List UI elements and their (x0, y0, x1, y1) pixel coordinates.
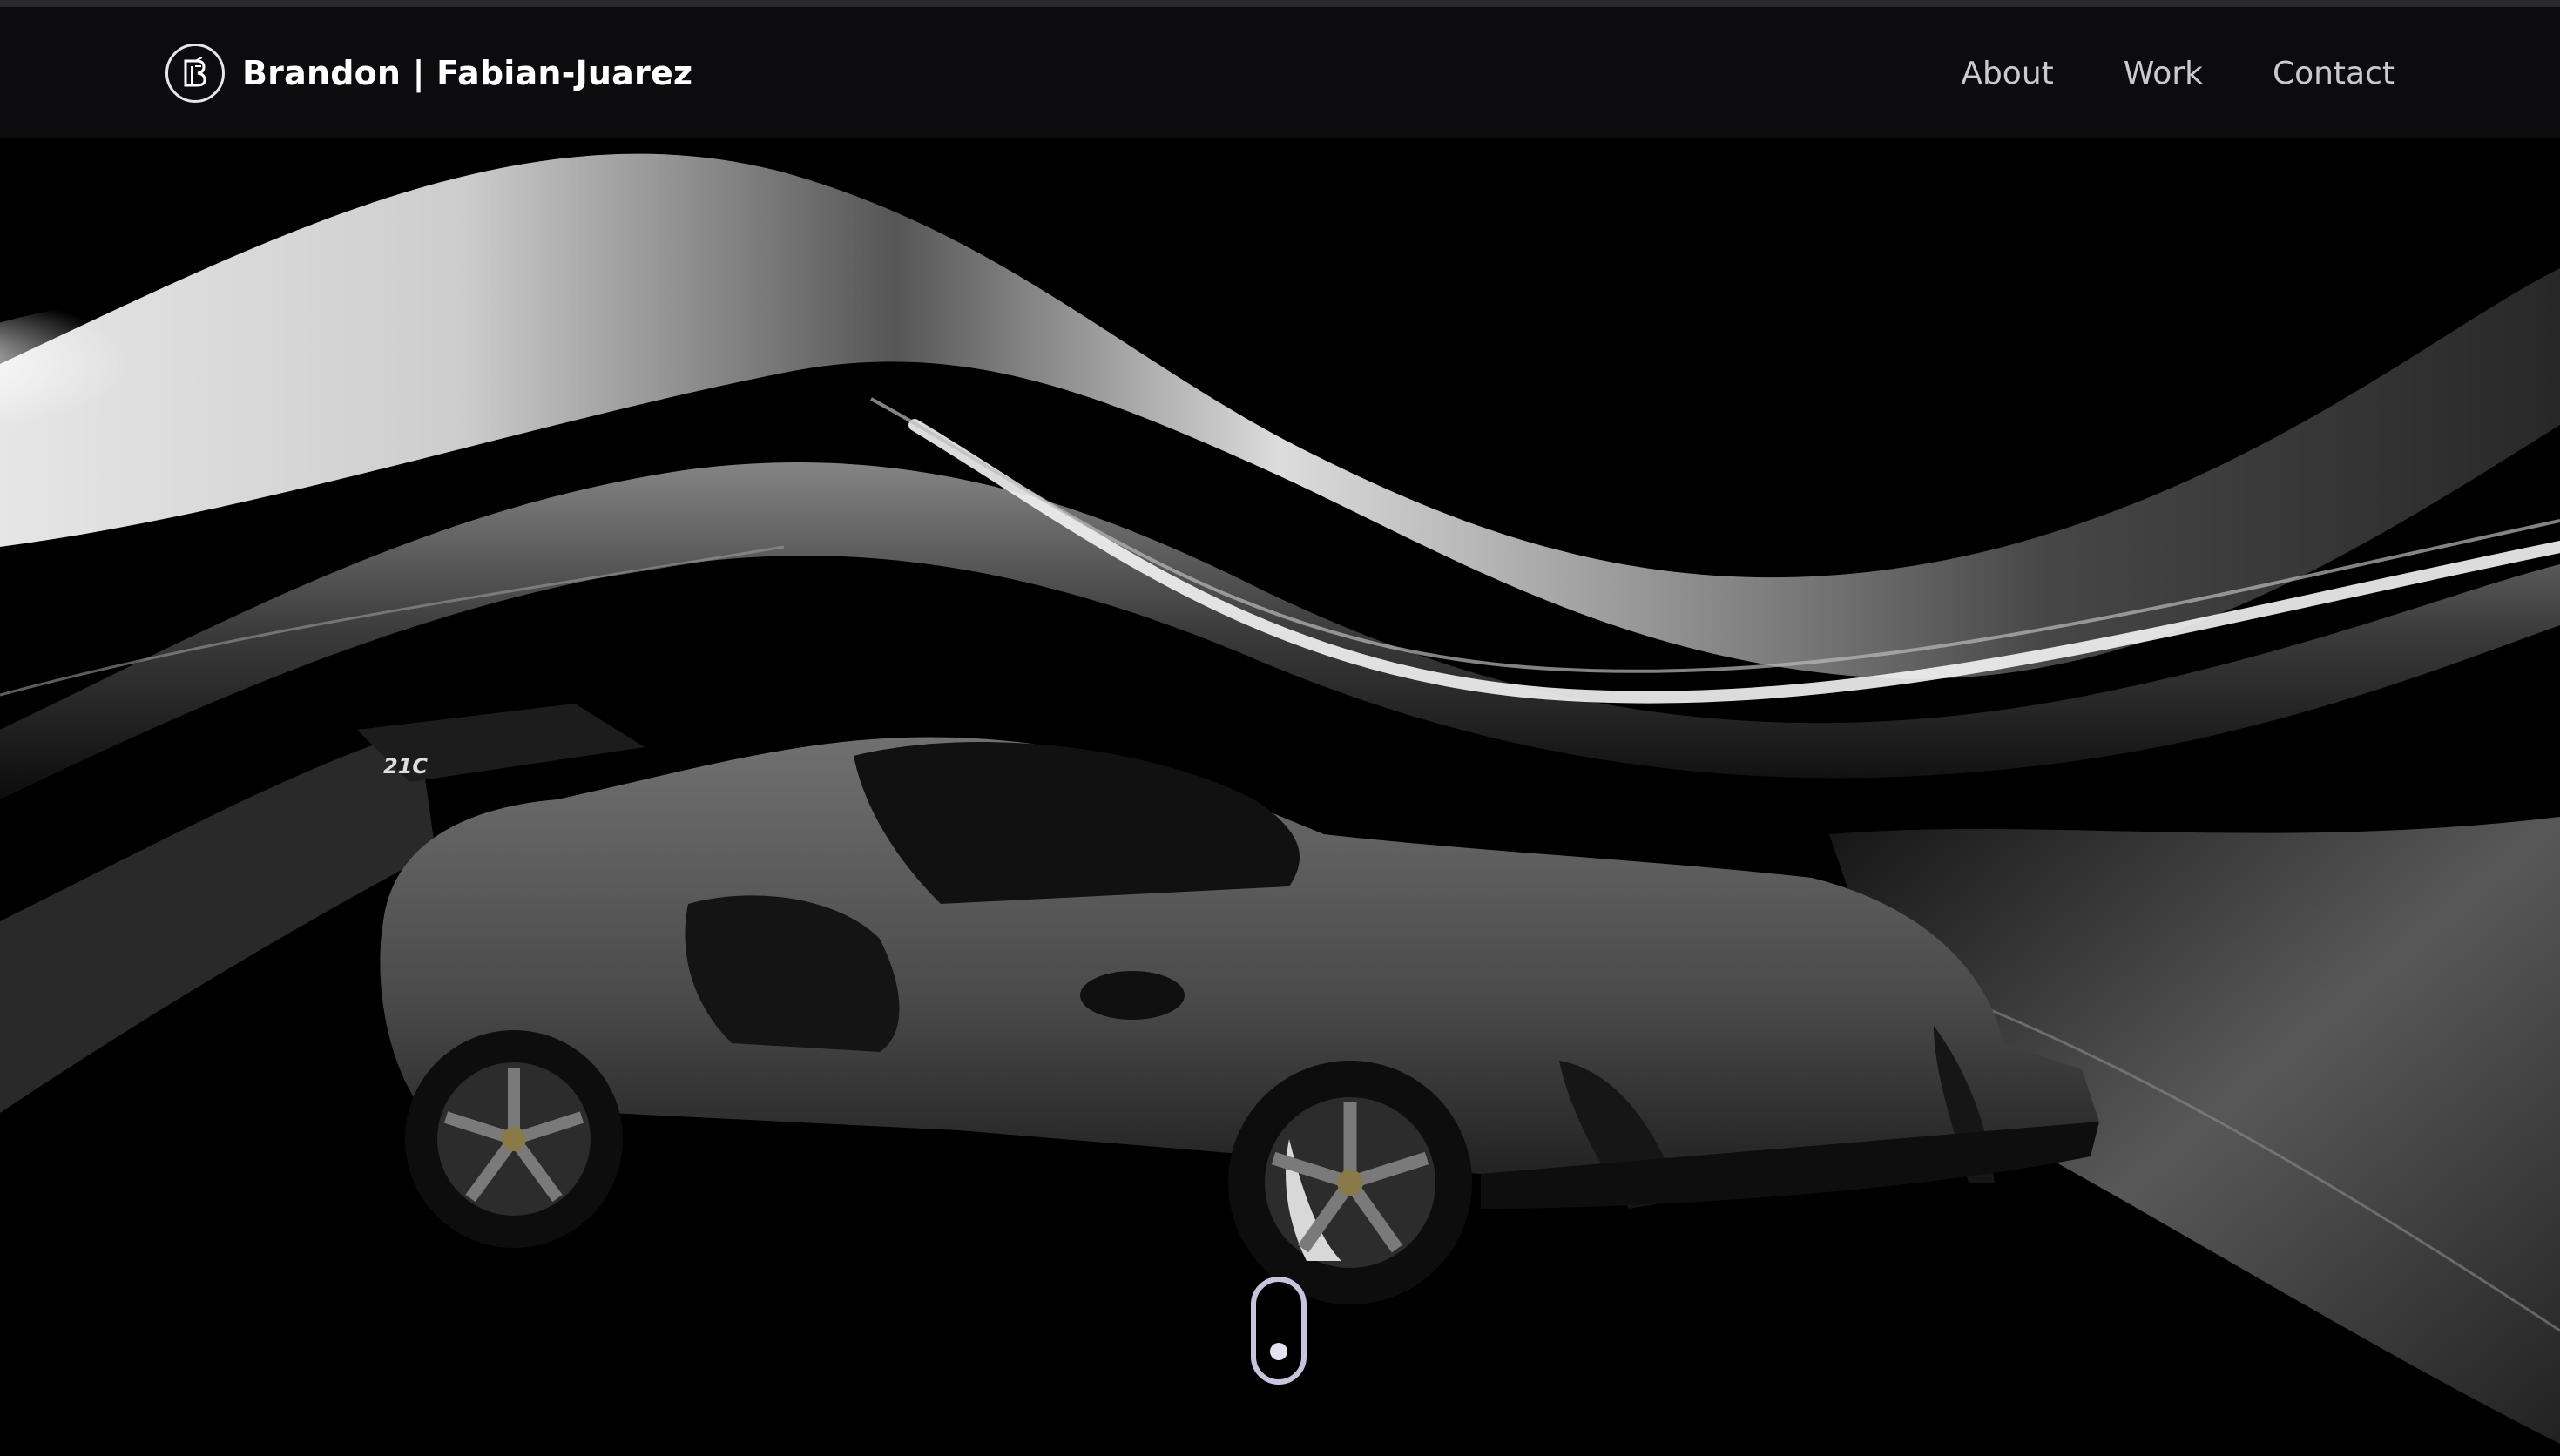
brand-home-link[interactable]: Brandon | Fabian-Juarez (165, 42, 692, 104)
nav-work-link[interactable]: Work (2124, 56, 2203, 91)
main-nav: About Work Contact (1961, 42, 2395, 104)
scroll-dot (1270, 1343, 1287, 1360)
hero-section: 21C (0, 138, 2560, 1456)
nav-contact-link[interactable]: Contact (2273, 56, 2395, 91)
brand-name: Brandon | Fabian-Juarez (242, 54, 693, 92)
nav-about-link[interactable]: About (1961, 56, 2053, 91)
hero-artwork: 21C (0, 153, 2560, 1444)
sports-car-image: 21C (357, 704, 2099, 1304)
car-badge: 21C (383, 754, 428, 779)
bf-monogram-icon (165, 44, 225, 103)
navbar: Brandon | Fabian-Juarez About Work Conta… (0, 7, 2560, 138)
portfolio-page: Brandon | Fabian-Juarez About Work Conta… (0, 0, 2560, 1456)
mouse-scroll-icon[interactable] (1251, 1277, 1307, 1385)
browser-top-edge (0, 0, 2560, 7)
